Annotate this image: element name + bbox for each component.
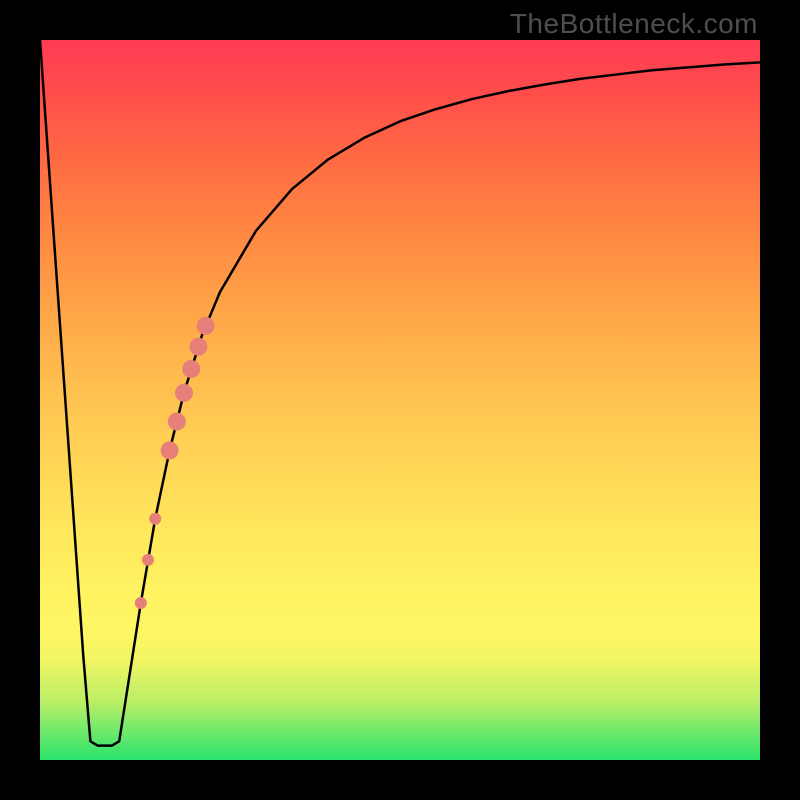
chart-frame: TheBottleneck.com [0,0,800,800]
highlight-dot [182,360,200,378]
curve-svg [40,40,760,760]
highlight-dot [135,597,147,609]
highlight-dot [168,413,186,431]
highlight-dot [175,384,193,402]
highlight-dot [189,338,207,356]
plot-area [40,40,760,760]
highlight-dot [161,441,179,459]
highlight-markers [135,317,215,609]
highlight-dot [149,513,161,525]
bottleneck-curve [40,40,760,746]
watermark-text: TheBottleneck.com [510,8,758,40]
highlight-dot [197,317,215,335]
highlight-dot [142,554,154,566]
